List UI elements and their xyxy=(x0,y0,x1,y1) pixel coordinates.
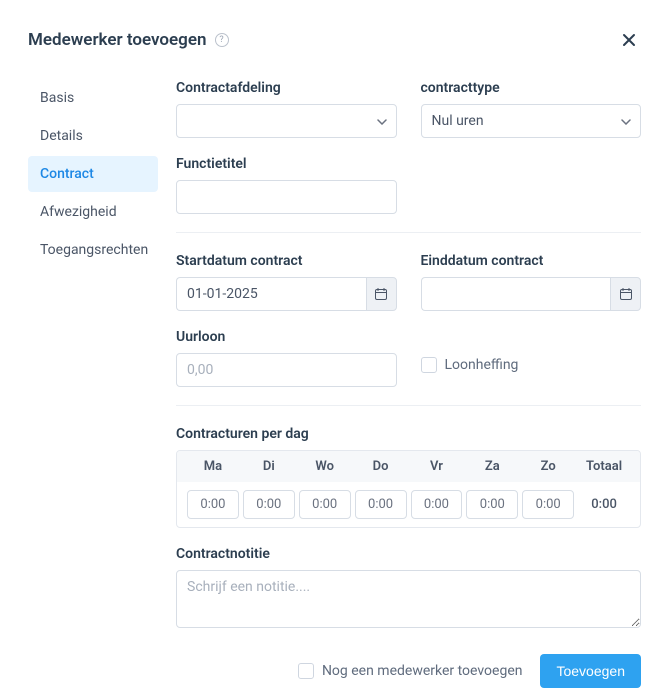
hourly-wage-input[interactable] xyxy=(176,353,397,387)
start-date-picker-button[interactable] xyxy=(366,277,397,311)
hours-header-do: Do xyxy=(355,459,407,474)
add-another-label: Nog een medewerker toevoegen xyxy=(322,663,523,679)
hours-header-wo: Wo xyxy=(299,459,351,474)
add-another-checkbox[interactable] xyxy=(298,663,314,679)
page-title: Medewerker toevoegen xyxy=(28,30,207,50)
tab-afwezigheid[interactable]: Afwezigheid xyxy=(28,194,158,230)
submit-button[interactable]: Toevoegen xyxy=(540,654,641,688)
divider xyxy=(176,232,641,233)
wage-tax-label: Loonheffing xyxy=(445,357,519,373)
hours-header-di: Di xyxy=(243,459,295,474)
tab-toegangsrechten[interactable]: Toegangsrechten xyxy=(28,232,158,268)
hours-input-vr[interactable] xyxy=(411,490,463,519)
contract-hours-label: Contracturen per dag xyxy=(176,426,641,442)
contract-type-select[interactable]: Nul uren xyxy=(421,104,642,138)
function-title-input[interactable] xyxy=(176,180,397,214)
wage-tax-checkbox[interactable] xyxy=(421,357,437,373)
tab-basis[interactable]: Basis xyxy=(28,80,158,116)
start-date-label: Startdatum contract xyxy=(176,253,397,269)
sidebar: Basis Details Contract Afwezigheid Toega… xyxy=(28,80,158,688)
hours-total: 0:00 xyxy=(578,490,630,519)
tab-contract[interactable]: Contract xyxy=(28,156,158,192)
help-icon[interactable]: ? xyxy=(215,33,229,47)
hours-input-do[interactable] xyxy=(355,490,407,519)
end-date-input[interactable] xyxy=(421,277,611,311)
hours-header-za: Za xyxy=(466,459,518,474)
hours-input-za[interactable] xyxy=(466,490,518,519)
contract-type-label: contracttype xyxy=(421,80,642,96)
close-icon xyxy=(621,32,637,48)
end-date-picker-button[interactable] xyxy=(610,277,641,311)
hours-input-ma[interactable] xyxy=(187,490,239,519)
contract-note-textarea[interactable] xyxy=(176,570,641,628)
hours-header-zo: Zo xyxy=(522,459,574,474)
calendar-icon xyxy=(619,287,633,301)
hours-header-ma: Ma xyxy=(187,459,239,474)
tab-details[interactable]: Details xyxy=(28,118,158,154)
hours-input-wo[interactable] xyxy=(299,490,351,519)
function-title-label: Functietitel xyxy=(176,156,397,172)
contract-dept-label: Contractafdeling xyxy=(176,80,397,96)
calendar-icon xyxy=(374,287,388,301)
hourly-wage-label: Uurloon xyxy=(176,329,397,345)
hours-input-di[interactable] xyxy=(243,490,295,519)
hours-table: Ma Di Wo Do Vr Za Zo Totaal xyxy=(176,450,641,528)
hours-header-total: Totaal xyxy=(578,459,630,474)
contract-note-label: Contractnotitie xyxy=(176,546,641,562)
close-button[interactable] xyxy=(617,28,641,52)
end-date-label: Einddatum contract xyxy=(421,253,642,269)
start-date-input[interactable] xyxy=(176,277,366,311)
hours-input-zo[interactable] xyxy=(522,490,574,519)
contract-dept-select[interactable] xyxy=(176,104,397,138)
divider xyxy=(176,405,641,406)
hours-header-vr: Vr xyxy=(411,459,463,474)
